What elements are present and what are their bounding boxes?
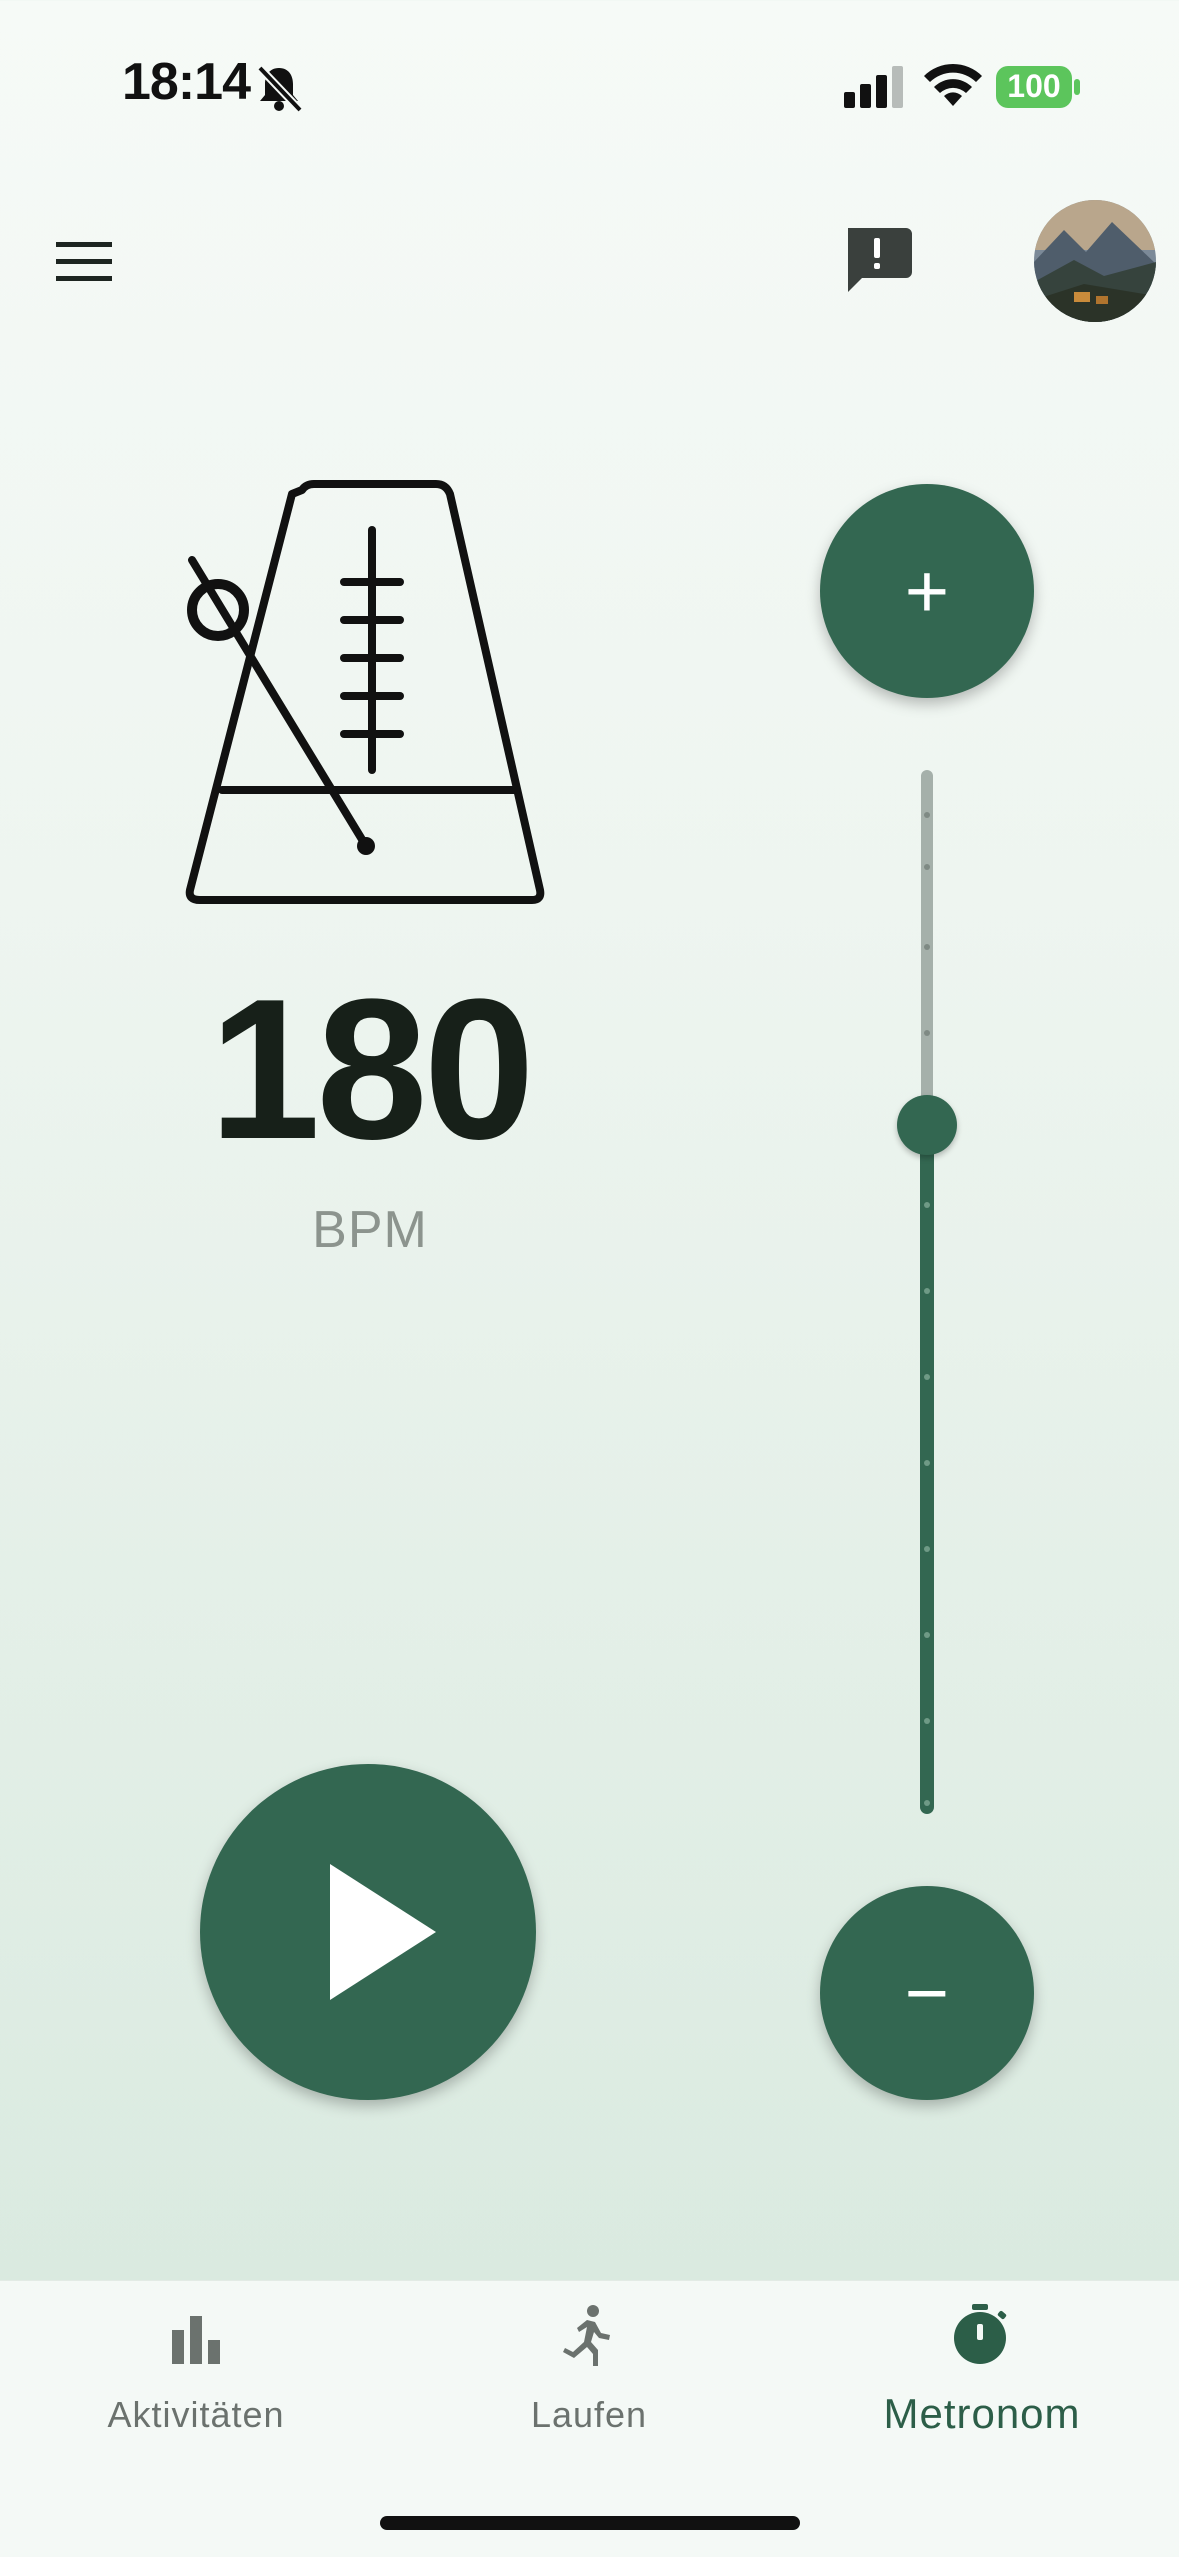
slider-tick xyxy=(924,1460,930,1466)
slider-tick xyxy=(924,1546,930,1552)
slider-tick xyxy=(924,1632,930,1638)
slider-tick xyxy=(924,1030,930,1036)
bar-chart-icon xyxy=(172,2316,220,2364)
nav-label-laufen: Laufen xyxy=(530,2394,648,2435)
avatar[interactable] xyxy=(1034,200,1156,322)
play-icon xyxy=(330,1864,436,2000)
slider-tick xyxy=(924,1202,930,1208)
minus-icon: − xyxy=(904,1950,950,2036)
slider-tick xyxy=(924,1374,930,1380)
bpm-value: 180 xyxy=(209,958,535,1181)
menu-icon[interactable] xyxy=(50,236,118,288)
nav-item-metronom[interactable]: Metronom xyxy=(786,2298,1178,2458)
bell-slash-icon xyxy=(257,65,303,113)
stopwatch-icon xyxy=(954,2304,1007,2364)
metronome-icon xyxy=(185,480,545,904)
battery-level: 100 xyxy=(1007,68,1061,104)
slider-thumb[interactable] xyxy=(897,1094,957,1155)
slider-tick xyxy=(924,812,930,818)
nav-label-metronom: Metronom xyxy=(883,2390,1081,2437)
plus-icon: + xyxy=(904,548,950,634)
runner-icon xyxy=(563,2305,610,2366)
slider-tick xyxy=(924,944,930,950)
nav-item-aktivitaeten[interactable]: Aktivitäten xyxy=(0,2298,392,2458)
signal-icon xyxy=(844,66,903,108)
avatar-image xyxy=(1034,200,1156,322)
slider-tick xyxy=(924,1718,930,1724)
increase-bpm-button[interactable]: + xyxy=(820,484,1034,698)
wifi-icon xyxy=(924,63,982,106)
slider-tick xyxy=(924,1800,930,1806)
nav-item-laufen[interactable]: Laufen xyxy=(393,2298,785,2458)
status-time: 18:14 xyxy=(122,53,251,111)
bpm-unit-label: BPM xyxy=(312,1201,428,1259)
nav-label-aktivitaeten: Aktivitäten xyxy=(107,2394,285,2435)
slider-track-active[interactable] xyxy=(920,1124,934,1814)
decrease-bpm-button[interactable]: − xyxy=(820,1886,1034,2100)
home-indicator[interactable] xyxy=(380,2516,800,2530)
slider-tick xyxy=(924,1288,930,1294)
feedback-icon[interactable] xyxy=(840,224,914,296)
slider-tick xyxy=(924,864,930,870)
play-button[interactable] xyxy=(200,1764,536,2100)
